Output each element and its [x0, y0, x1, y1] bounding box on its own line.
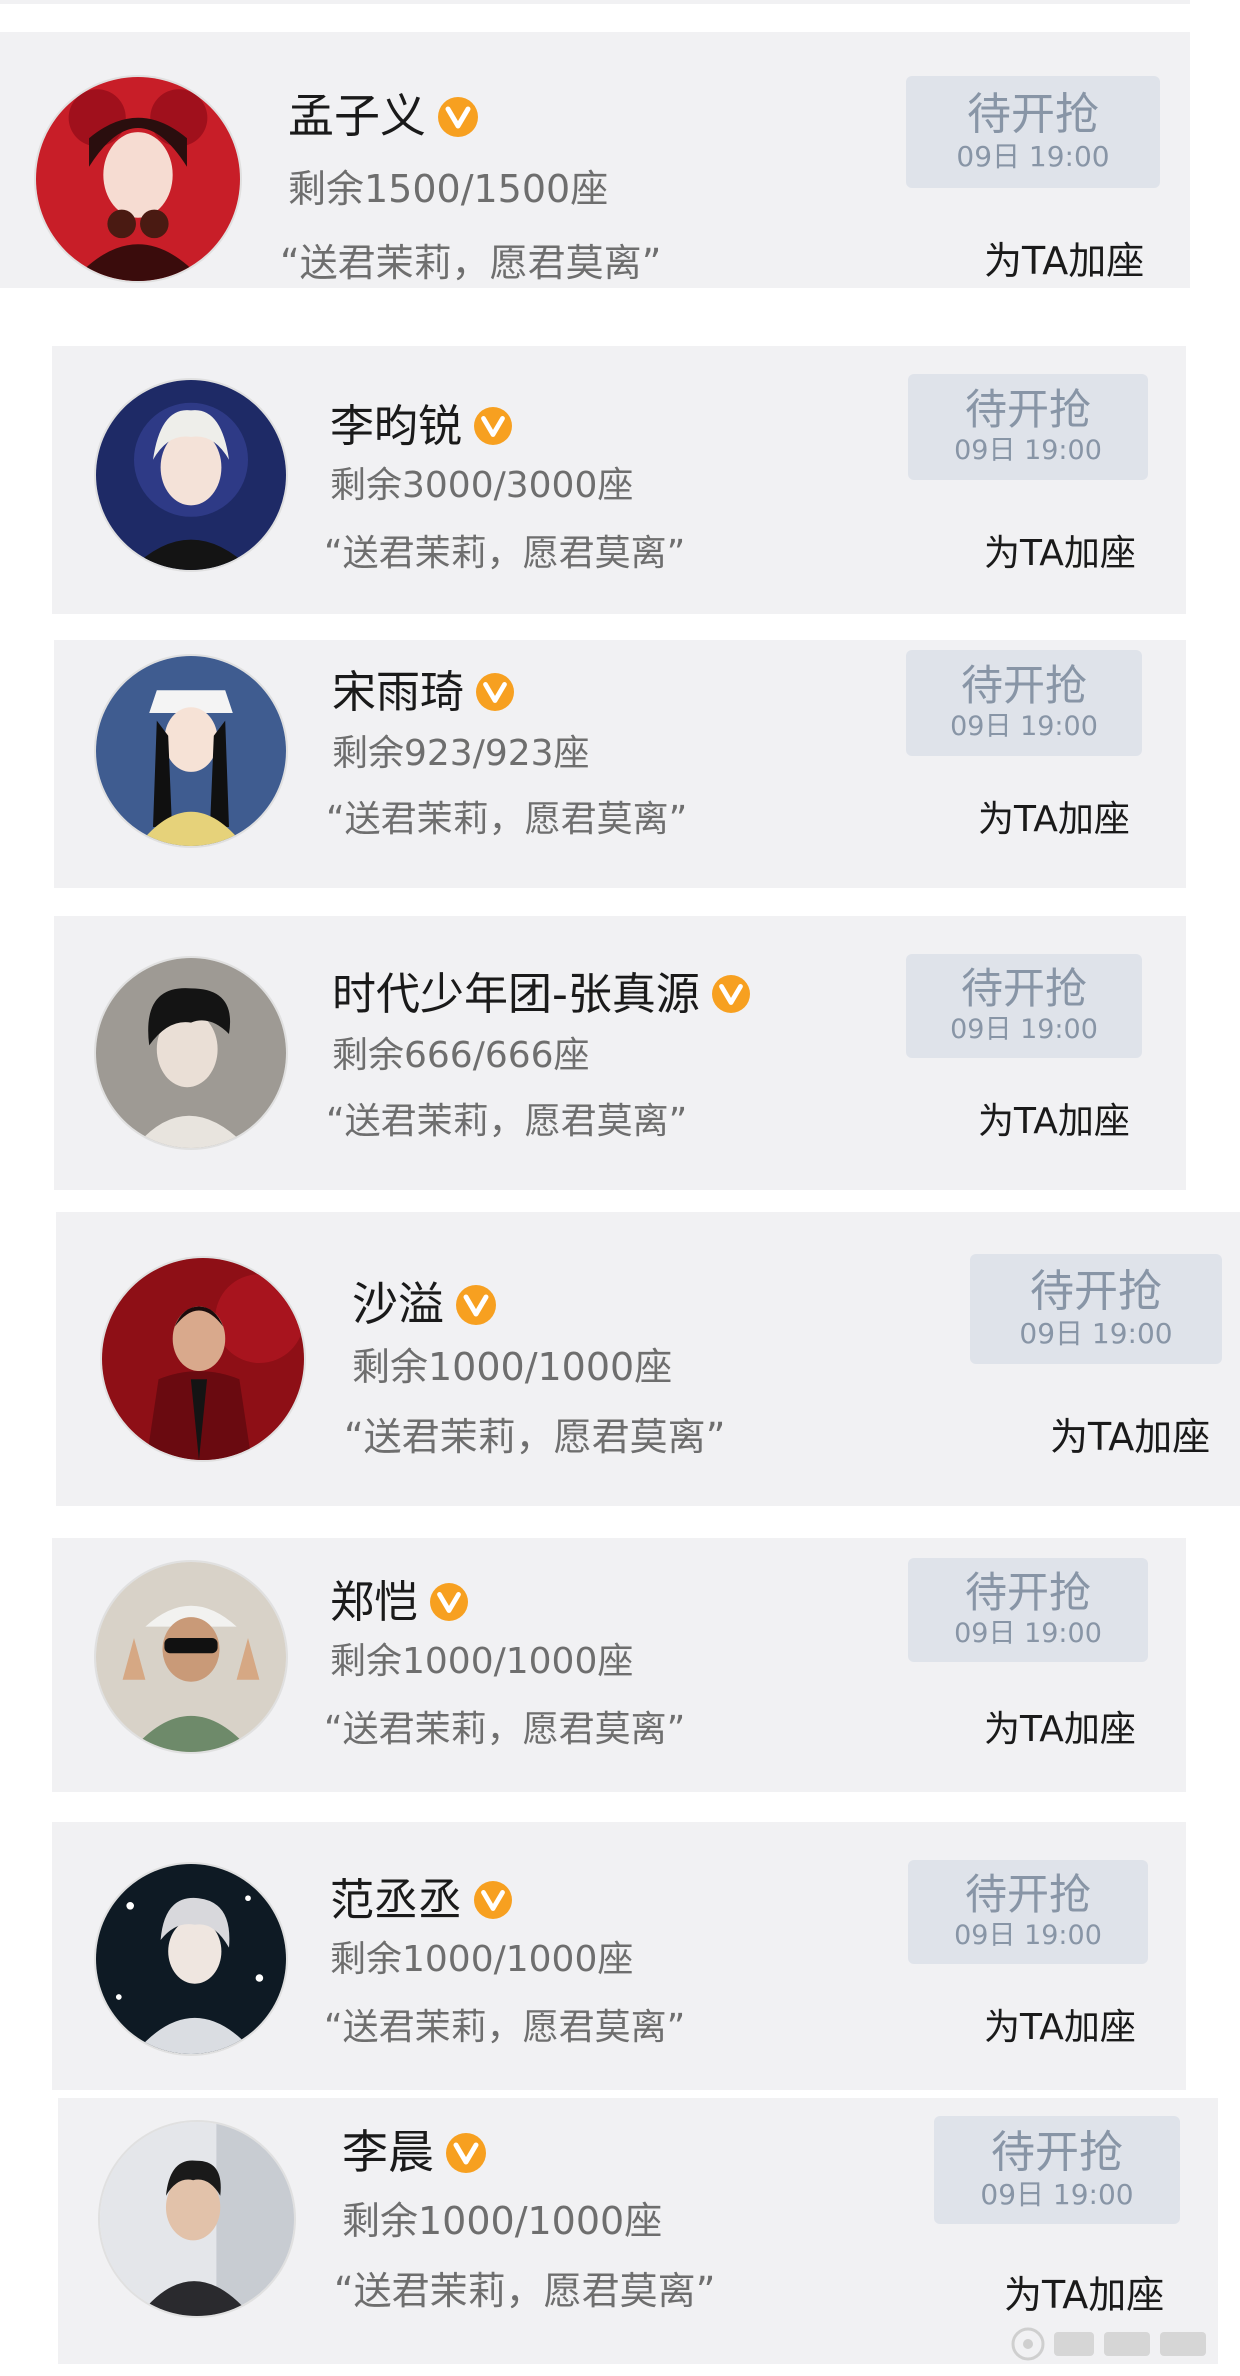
avatar[interactable] [96, 656, 286, 846]
verified-v-icon [438, 96, 478, 137]
grab-button-time: 09日 19:00 [950, 1014, 1098, 1046]
avatar[interactable] [96, 1864, 286, 2054]
slogan-text: “送君茉莉，愿君莫离” [326, 799, 688, 840]
avatar-photo-icon [102, 1258, 304, 1460]
avatar[interactable] [96, 958, 286, 1148]
add-seat-link[interactable]: 为TA加座 [978, 1092, 1130, 1144]
grab-button-time: 09日 19:00 [950, 711, 1098, 743]
star-name[interactable]: 时代少年团-张真源 [332, 958, 750, 1022]
seats-remaining: 剩余3000/3000座 [330, 465, 634, 506]
verified-v-icon [476, 673, 514, 711]
grab-button-label: 待开抢 [960, 964, 1087, 1014]
avatar[interactable] [100, 2122, 294, 2316]
grab-seat-button[interactable]: 待开抢 09日 19:00 [908, 1558, 1148, 1662]
verified-v-icon [446, 2132, 486, 2173]
grab-button-time: 09日 19:00 [980, 2177, 1134, 2211]
grab-button-time: 09日 19:00 [954, 435, 1102, 467]
verified-v-icon [456, 1284, 496, 1325]
seats-remaining: 剩余1000/1000座 [330, 1641, 634, 1682]
grab-button-time: 09日 19:00 [954, 1920, 1102, 1952]
grab-seat-button[interactable]: 待开抢 09日 19:00 [970, 1254, 1222, 1364]
star-name[interactable]: 李昀锐 [330, 390, 512, 454]
slogan-text: “送君茉莉，愿君莫离” [280, 241, 662, 285]
add-seat-link[interactable]: 为TA加座 [984, 1700, 1136, 1752]
grab-button-label: 待开抢 [967, 88, 1099, 140]
avatar-photo-icon [96, 1864, 286, 2054]
slogan-text: “送君茉莉，愿君莫离” [324, 1709, 686, 1750]
grab-button-label: 待开抢 [964, 385, 1091, 435]
avatar[interactable] [96, 1562, 286, 1752]
add-seat-link[interactable]: 为TA加座 [1004, 2264, 1164, 2319]
grab-seat-button[interactable]: 待开抢 09日 19:00 [908, 1860, 1148, 1964]
grab-button-label: 待开抢 [964, 1568, 1091, 1618]
avatar-photo-icon [96, 1562, 286, 1752]
seats-remaining: 剩余1000/1000座 [330, 1939, 634, 1980]
verified-v-icon [474, 1881, 512, 1919]
star-name[interactable]: 沙溢 [352, 1268, 496, 1334]
seats-remaining: 剩余1500/1500座 [288, 167, 609, 211]
star-name[interactable]: 孟子义 [288, 80, 478, 146]
star-name[interactable]: 宋雨琦 [332, 656, 514, 720]
grab-seat-button[interactable]: 待开抢 09日 19:00 [934, 2116, 1180, 2224]
seat-card-fanchengcheng: 范丞丞 剩余1000/1000座 “送君茉莉，愿君莫离” 待开抢 09日 19:… [52, 1822, 1186, 2090]
add-seat-link[interactable]: 为TA加座 [978, 790, 1130, 842]
seat-card-zhengkai: 郑恺 剩余1000/1000座 “送君茉莉，愿君莫离” 待开抢 09日 19:0… [52, 1538, 1186, 1792]
avatar[interactable] [36, 77, 240, 281]
star-name[interactable]: 李晨 [342, 2116, 486, 2182]
verified-v-icon [474, 407, 512, 445]
avatar-photo-icon [96, 958, 286, 1148]
grab-button-label: 待开抢 [964, 1870, 1091, 1920]
verified-v-icon [430, 1583, 468, 1621]
grab-button-time: 09日 19:00 [1019, 1316, 1173, 1350]
avatar[interactable] [96, 380, 286, 570]
grab-button-time: 09日 19:00 [956, 139, 1110, 173]
grab-seat-button[interactable]: 待开抢 09日 19:00 [908, 374, 1148, 480]
slogan-text: “送君茉莉，愿君莫离” [334, 2269, 716, 2313]
seat-card-songyuqi: 宋雨琦 剩余923/923座 “送君茉莉，愿君莫离” 待开抢 09日 19:00… [54, 640, 1186, 888]
top-edge-strip [0, 0, 1190, 4]
verified-v-icon [711, 975, 750, 1013]
slogan-text: “送君茉莉，愿君莫离” [324, 2007, 686, 2048]
seat-card-shayi: 沙溢 剩余1000/1000座 “送君茉莉，愿君莫离” 待开抢 09日 19:0… [56, 1212, 1240, 1506]
add-seat-link[interactable]: 为TA加座 [984, 1998, 1136, 2050]
grab-button-time: 09日 19:00 [954, 1618, 1102, 1650]
star-name[interactable]: 郑恺 [330, 1566, 468, 1630]
slogan-text: “送君茉莉，愿君莫离” [344, 1415, 726, 1459]
seat-card-liyunrui: 李昀锐 剩余3000/3000座 “送君茉莉，愿君莫离” 待开抢 09日 19:… [52, 346, 1186, 614]
avatar-photo-icon [100, 2122, 294, 2316]
seats-remaining: 剩余1000/1000座 [342, 2199, 663, 2243]
avatar[interactable] [102, 1258, 304, 1460]
grab-button-label: 待开抢 [960, 661, 1087, 711]
seats-remaining: 剩余666/666座 [332, 1035, 590, 1076]
grab-button-label: 待开抢 [1030, 1265, 1162, 1317]
slogan-text: “送君茉莉，愿君莫离” [326, 1101, 688, 1142]
avatar-photo-icon [96, 380, 286, 570]
add-seat-link[interactable]: 为TA加座 [984, 230, 1144, 285]
grab-button-label: 待开抢 [991, 2126, 1123, 2178]
seats-remaining: 剩余923/923座 [332, 733, 590, 774]
add-seat-link[interactable]: 为TA加座 [984, 524, 1136, 576]
watermark-logo-icon [1008, 2324, 1218, 2364]
grab-seat-button[interactable]: 待开抢 09日 19:00 [906, 76, 1160, 188]
grab-seat-button[interactable]: 待开抢 09日 19:00 [906, 650, 1142, 756]
seat-card-mengziyi: 孟子义 剩余1500/1500座 “送君茉莉，愿君莫离” 待开抢 09日 19:… [0, 32, 1190, 288]
add-seat-link[interactable]: 为TA加座 [1050, 1406, 1210, 1461]
seats-remaining: 剩余1000/1000座 [352, 1345, 673, 1389]
slogan-text: “送君茉莉，愿君莫离” [324, 533, 686, 574]
star-name[interactable]: 范丞丞 [330, 1864, 512, 1928]
avatar-photo-icon [96, 656, 286, 846]
avatar-photo-icon [36, 77, 240, 281]
seat-card-zhangzhenyuan: 时代少年团-张真源 剩余666/666座 “送君茉莉，愿君莫离” 待开抢 09日… [54, 916, 1186, 1190]
grab-seat-button[interactable]: 待开抢 09日 19:00 [906, 954, 1142, 1058]
